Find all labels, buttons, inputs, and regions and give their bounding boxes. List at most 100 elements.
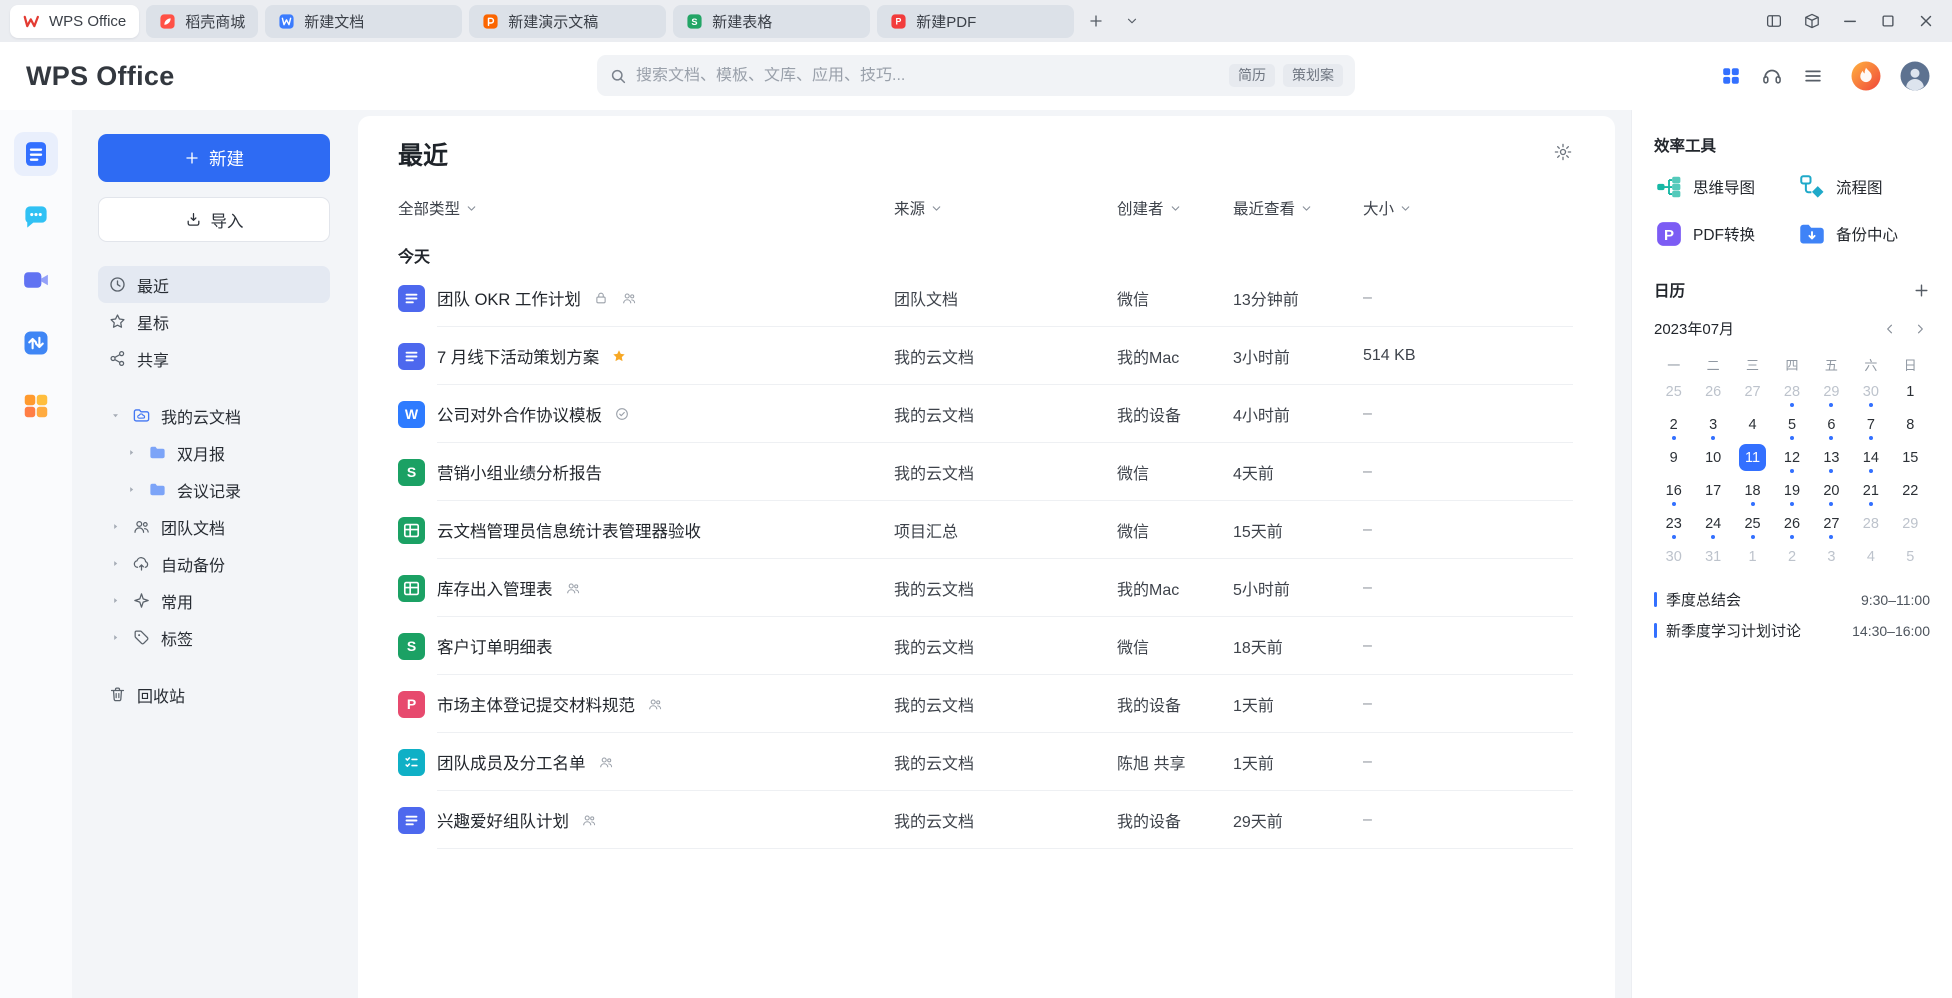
caret-down-icon[interactable] (108, 409, 122, 423)
calendar-day[interactable]: 17 (1693, 474, 1732, 507)
calendar-day[interactable]: 23 (1654, 507, 1693, 540)
sidebar-item-2[interactable]: 共享 (98, 340, 330, 377)
calendar-day[interactable]: 5 (1772, 408, 1811, 441)
tool-mindmap[interactable]: 思维导图 (1654, 172, 1797, 202)
calendar-day[interactable]: 20 (1812, 474, 1851, 507)
caret-right-icon[interactable] (108, 594, 122, 608)
user-avatar-button[interactable] (1900, 61, 1930, 91)
calendar-day[interactable]: 14 (1851, 441, 1890, 474)
filter-2[interactable]: 创建者 (1117, 197, 1233, 219)
list-settings-button[interactable] (1553, 142, 1573, 167)
calendar-day[interactable]: 24 (1693, 507, 1732, 540)
tab-5[interactable]: P新建PDF (877, 5, 1074, 38)
calendar-day[interactable]: 26 (1772, 507, 1811, 540)
sidebar-tree-item-1[interactable]: 团队文档 (98, 508, 330, 545)
calendar-day[interactable]: 4 (1851, 540, 1890, 573)
window-maximize-button[interactable] (1872, 6, 1904, 36)
tool-pdf[interactable]: PPDF转换 (1654, 219, 1797, 249)
calendar-day[interactable]: 28 (1851, 507, 1890, 540)
calendar-day[interactable]: 10 (1693, 441, 1732, 474)
new-tab-button[interactable] (1082, 7, 1110, 35)
file-row-8[interactable]: 团队成员及分工名单我的云文档陈旭 共享1天前– (398, 733, 1573, 791)
calendar-day[interactable]: 28 (1772, 375, 1811, 408)
file-row-5[interactable]: 库存出入管理表我的云文档我的Mac5小时前– (398, 559, 1573, 617)
file-row-7[interactable]: P市场主体登记提交材料规范我的云文档我的设备1天前– (398, 675, 1573, 733)
sidebar-tree-item-0[interactable]: 我的云文档 (98, 397, 330, 434)
calendar-day[interactable]: 21 (1851, 474, 1890, 507)
add-event-button[interactable] (1913, 282, 1930, 299)
caret-right-icon[interactable] (108, 557, 122, 571)
apps-grid-button[interactable] (1720, 65, 1742, 87)
calendar-day[interactable]: 4 (1733, 408, 1772, 441)
sidebar-item-0[interactable]: 最近 (98, 266, 330, 303)
calendar-day[interactable]: 29 (1891, 507, 1930, 540)
calendar-day[interactable]: 3 (1812, 540, 1851, 573)
window-box-button[interactable] (1796, 6, 1828, 36)
calendar-day[interactable]: 19 (1772, 474, 1811, 507)
file-row-6[interactable]: S客户订单明细表我的云文档微信18天前– (398, 617, 1573, 675)
sidebar-tree-item-3[interactable]: 常用 (98, 582, 330, 619)
calendar-event-1[interactable]: 新季度学习计划讨论14:30–16:00 (1654, 620, 1930, 641)
file-row-2[interactable]: W公司对外合作协议模板我的云文档我的设备4小时前– (398, 385, 1573, 443)
calendar-day[interactable]: 29 (1812, 375, 1851, 408)
filter-0[interactable]: 全部类型 (398, 197, 894, 219)
calendar-day[interactable]: 27 (1812, 507, 1851, 540)
rail-item-meetings[interactable] (14, 258, 58, 302)
calendar-day[interactable]: 22 (1891, 474, 1930, 507)
calendar-day[interactable]: 13 (1812, 441, 1851, 474)
calendar-day[interactable]: 31 (1693, 540, 1732, 573)
rail-item-apps[interactable] (14, 384, 58, 428)
sidebar-item-trash[interactable]: 回收站 (98, 676, 330, 713)
caret-right-icon[interactable] (124, 446, 138, 460)
member-avatar-button[interactable] (1851, 61, 1881, 91)
calendar-day[interactable]: 26 (1693, 375, 1732, 408)
calendar-day[interactable]: 15 (1891, 441, 1930, 474)
calendar-day[interactable]: 1 (1891, 375, 1930, 408)
window-minimize-button[interactable] (1834, 6, 1866, 36)
calendar-day[interactable]: 2 (1772, 540, 1811, 573)
headset-button[interactable] (1761, 65, 1783, 87)
calendar-day[interactable]: 18 (1733, 474, 1772, 507)
window-close-button[interactable] (1910, 6, 1942, 36)
sidebar-item-1[interactable]: 星标 (98, 303, 330, 340)
caret-right-icon[interactable] (124, 483, 138, 497)
filter-4[interactable]: 大小 (1363, 197, 1573, 219)
sidebar-tree-item-2[interactable]: 自动备份 (98, 545, 330, 582)
file-row-0[interactable]: 团队 OKR 工作计划团队文档微信13分钟前– (398, 269, 1573, 327)
rail-item-transfer[interactable] (14, 321, 58, 365)
calendar-day[interactable]: 2 (1654, 408, 1693, 441)
tab-2[interactable]: 新建文档 (265, 5, 462, 38)
calendar-day[interactable]: 16 (1654, 474, 1693, 507)
calendar-day[interactable]: 3 (1693, 408, 1732, 441)
tab-0[interactable]: WPS Office (10, 5, 139, 38)
filter-1[interactable]: 来源 (894, 197, 1117, 219)
calendar-day[interactable]: 27 (1733, 375, 1772, 408)
calendar-day[interactable]: 25 (1654, 375, 1693, 408)
calendar-event-0[interactable]: 季度总结会9:30–11:00 (1654, 589, 1930, 610)
calendar-day[interactable]: 11 (1733, 441, 1772, 474)
tab-4[interactable]: S新建表格 (673, 5, 870, 38)
file-row-1[interactable]: 7 月线下活动策划方案我的云文档我的Mac3小时前514 KB (398, 327, 1573, 385)
calendar-day[interactable]: 9 (1654, 441, 1693, 474)
calendar-day[interactable]: 1 (1733, 540, 1772, 573)
sidebar-tree-item-4[interactable]: 标签 (98, 619, 330, 656)
tab-dropdown-button[interactable] (1118, 7, 1146, 35)
prev-month-button[interactable] (1880, 319, 1900, 339)
tab-3[interactable]: 新建演示文稿 (469, 5, 666, 38)
caret-right-icon[interactable] (108, 520, 122, 534)
window-panel-button[interactable] (1758, 6, 1790, 36)
tool-flowchart[interactable]: 流程图 (1797, 172, 1930, 202)
sidebar-tree-item-0-child-1[interactable]: 会议记录 (98, 471, 330, 508)
rail-item-documents[interactable] (14, 132, 58, 176)
sidebar-tree-item-0-child-0[interactable]: 双月报 (98, 434, 330, 471)
menu-button[interactable] (1802, 65, 1824, 87)
file-row-9[interactable]: 兴趣爱好组队计划我的云文档我的设备29天前– (398, 791, 1573, 849)
file-row-3[interactable]: S营销小组业绩分析报告我的云文档微信4天前– (398, 443, 1573, 501)
next-month-button[interactable] (1910, 319, 1930, 339)
calendar-day[interactable]: 30 (1654, 540, 1693, 573)
new-document-button[interactable]: 新建 (98, 134, 330, 182)
tab-1[interactable]: 稻壳商城 (146, 5, 258, 38)
search-input[interactable] (636, 67, 1220, 85)
tool-backup[interactable]: 备份中心 (1797, 219, 1930, 249)
calendar-day[interactable]: 5 (1891, 540, 1930, 573)
